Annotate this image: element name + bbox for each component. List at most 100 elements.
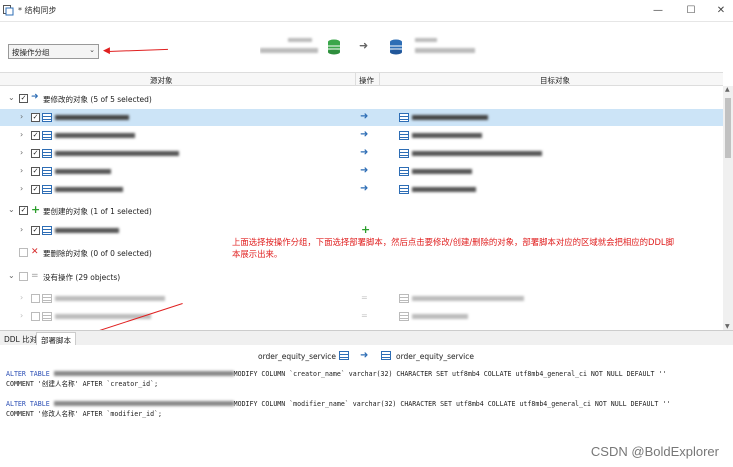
equals-icon: = <box>31 271 39 281</box>
source-table-name: order_equity_service <box>258 352 336 361</box>
ddl-table-name <box>53 401 234 406</box>
scroll-down-icon[interactable]: ▼ <box>725 323 730 330</box>
row-checkbox[interactable]: ✓ <box>31 167 40 176</box>
ddl-statement: MODIFY COLUMN `modifier_name` varchar(32… <box>233 400 671 408</box>
expand-icon[interactable]: › <box>20 130 23 139</box>
source-object-name <box>55 115 129 120</box>
table-icon <box>399 131 409 140</box>
group-row-modify[interactable]: ⌄ ✓ ➜ 要修改的对象 (5 of 5 selected) <box>0 90 723 107</box>
ddl-comment: COMMENT '修改人名称' AFTER `modifier_id`; <box>6 410 163 418</box>
table-icon <box>42 149 52 158</box>
ddl-line: COMMENT '创建人名称' AFTER `creator_id`; <box>6 379 727 389</box>
table-icon <box>42 312 52 321</box>
expand-icon[interactable]: › <box>20 225 23 234</box>
table-icon <box>42 167 52 176</box>
watermark: CSDN @BoldExplorer <box>590 444 719 459</box>
group-label: 要修改的对象 (5 of 5 selected) <box>43 95 152 104</box>
expand-icon[interactable]: ⌄ <box>8 205 15 214</box>
action-column-header[interactable]: 操作 <box>359 75 374 86</box>
expand-icon[interactable]: › <box>20 148 23 157</box>
table-row[interactable]: › = <box>0 308 723 325</box>
table-row[interactable]: › ✓ ➜ <box>0 127 723 144</box>
row-checkbox[interactable] <box>31 312 40 321</box>
table-row[interactable]: › ✓ ➜ <box>0 181 723 198</box>
source-object-name <box>55 296 165 301</box>
delete-x-icon: ✕ <box>31 247 39 257</box>
minimize-icon[interactable]: — <box>650 3 666 19</box>
tab-deploy-script[interactable]: 部署脚本 <box>36 332 76 345</box>
group-checkbox[interactable] <box>19 248 28 257</box>
expand-icon[interactable]: › <box>20 166 23 175</box>
app-icon <box>3 5 14 16</box>
group-select[interactable]: 按操作分组 ⌄ <box>8 44 99 59</box>
tab-ddl-compare[interactable]: DDL 比对 <box>0 332 41 345</box>
expand-icon[interactable]: › <box>20 184 23 193</box>
source-object-name <box>55 187 123 192</box>
vertical-scrollbar[interactable]: ▲ ▼ <box>723 86 733 330</box>
table-icon <box>339 351 349 360</box>
scrollbar-thumb[interactable] <box>725 98 731 158</box>
column-divider <box>379 73 380 85</box>
table-row[interactable]: › ✓ ➜ <box>0 145 723 162</box>
column-header: 源对象 操作 目标对象 <box>0 72 723 86</box>
target-connection-label <box>415 38 475 53</box>
maximize-icon[interactable]: ☐ <box>683 3 699 19</box>
group-label: 要创建的对象 (1 of 1 selected) <box>43 207 152 216</box>
source-object-name <box>55 169 111 174</box>
modify-arrow-icon: ➜ <box>360 111 369 122</box>
target-object-name <box>412 314 468 319</box>
expand-icon[interactable]: › <box>20 293 23 302</box>
row-checkbox[interactable]: ✓ <box>31 185 40 194</box>
modify-arrow-icon: ➜ <box>360 147 369 158</box>
row-checkbox[interactable] <box>31 294 40 303</box>
group-checkbox[interactable] <box>19 272 28 281</box>
table-icon <box>42 226 52 235</box>
expand-icon[interactable]: ⌄ <box>8 271 15 280</box>
group-row-none[interactable]: ⌄ = 没有操作 (29 objects) <box>0 268 723 285</box>
target-database-icon <box>390 39 402 55</box>
group-checkbox[interactable]: ✓ <box>19 94 28 103</box>
table-icon <box>399 149 409 158</box>
row-checkbox[interactable]: ✓ <box>31 226 40 235</box>
window-title: * 结构同步 <box>18 6 57 15</box>
source-connection-label <box>260 38 318 53</box>
table-row[interactable]: › = <box>0 290 723 307</box>
annotation-arrowhead-icon: ◀ <box>103 46 110 56</box>
ddl-line: ALTER TABLE MODIFY COLUMN `modifier_name… <box>6 399 727 409</box>
table-icon <box>42 294 52 303</box>
group-checkbox[interactable]: ✓ <box>19 206 28 215</box>
table-icon <box>399 312 409 321</box>
target-object-name <box>412 133 482 138</box>
target-column-header[interactable]: 目标对象 <box>540 75 570 86</box>
deploy-script-header: order_equity_service ➜ order_equity_serv… <box>0 346 733 366</box>
table-row[interactable]: › ✓ ➜ <box>0 163 723 180</box>
table-row[interactable]: › ✓ ➜ <box>0 109 723 126</box>
ddl-comment: COMMENT '创建人名称' AFTER `creator_id`; <box>6 380 159 388</box>
ddl-table-name <box>53 371 234 376</box>
row-checkbox[interactable]: ✓ <box>31 113 40 122</box>
ddl-line: COMMENT '修改人名称' AFTER `modifier_id`; <box>6 409 727 419</box>
ddl-statement: MODIFY COLUMN `creator_name` varchar(32)… <box>233 370 667 378</box>
annotation-note: 上面选择按操作分组，下面选择部署脚本，然后点击要修改/创建/删除的对象，部署脚本… <box>232 237 674 259</box>
modify-arrow-icon: ➜ <box>31 92 39 102</box>
row-checkbox[interactable]: ✓ <box>31 149 40 158</box>
title-bar: * 结构同步 — ☐ ✕ <box>0 0 733 22</box>
group-select-value: 按操作分组 <box>12 48 50 57</box>
group-row-create[interactable]: ⌄ ✓ + 要创建的对象 (1 of 1 selected) <box>0 202 723 219</box>
source-column-header[interactable]: 源对象 <box>150 75 173 86</box>
ddl-keyword: ALTER TABLE <box>6 370 54 378</box>
table-icon <box>399 113 409 122</box>
expand-icon[interactable]: › <box>20 112 23 121</box>
row-checkbox[interactable]: ✓ <box>31 131 40 140</box>
modify-arrow-icon: ➜ <box>360 165 369 176</box>
table-icon <box>42 113 52 122</box>
close-icon[interactable]: ✕ <box>713 3 729 19</box>
expand-icon[interactable]: › <box>20 311 23 320</box>
group-label: 要删除的对象 (0 of 0 selected) <box>43 249 152 258</box>
expand-icon[interactable]: ⌄ <box>8 93 15 102</box>
ddl-blank-line <box>6 389 727 399</box>
target-object-name <box>412 296 524 301</box>
source-object-name <box>55 151 179 156</box>
scroll-up-icon[interactable]: ▲ <box>725 86 730 93</box>
modify-arrow-icon: ➜ <box>360 129 369 140</box>
